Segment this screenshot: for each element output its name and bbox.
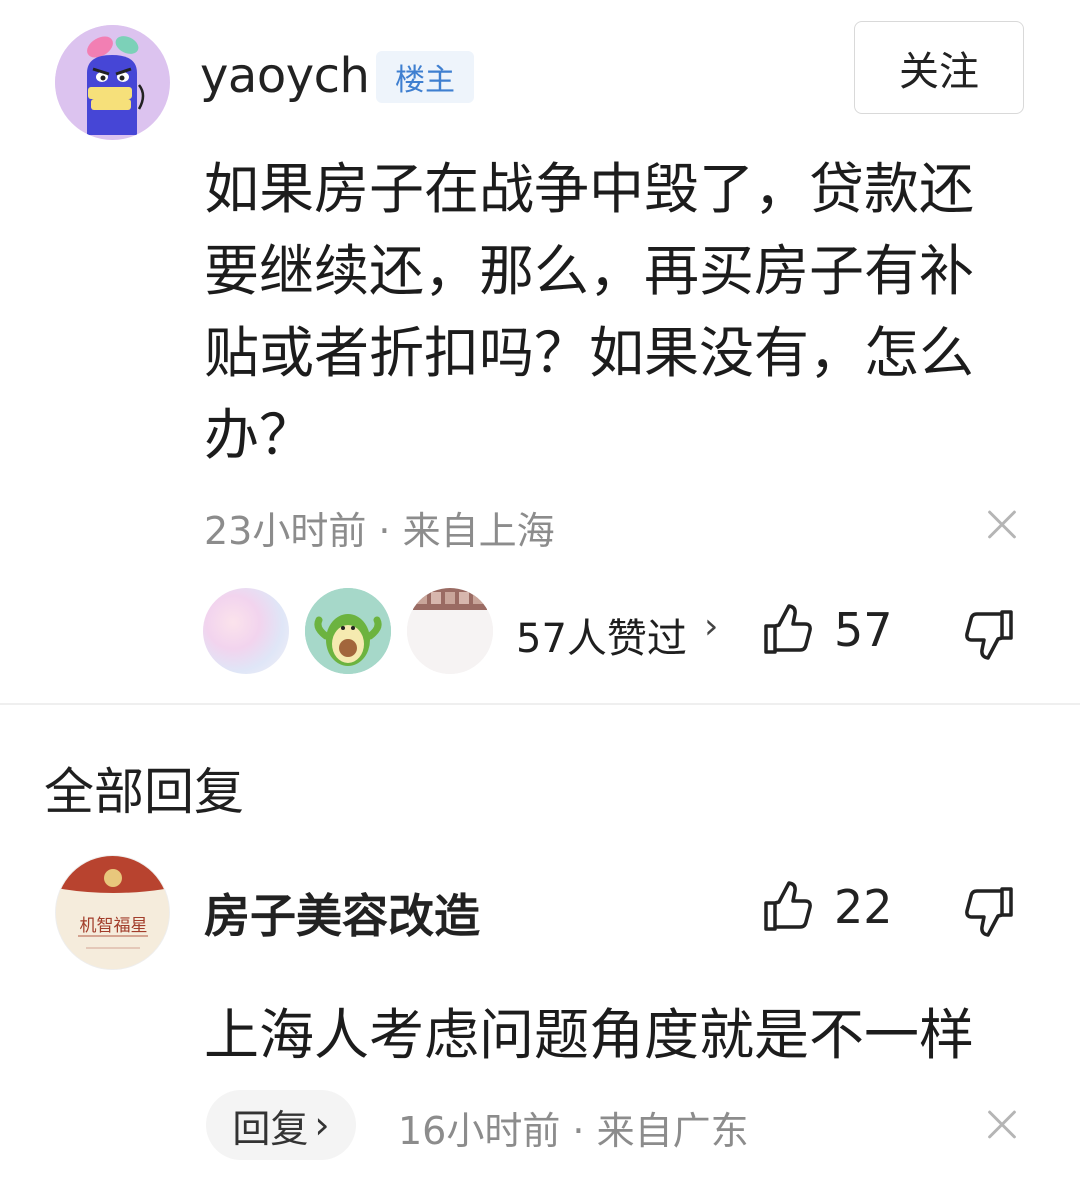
thumbs-up-icon[interactable] bbox=[762, 604, 814, 656]
op-badge: 楼主 bbox=[376, 51, 474, 103]
replies-section-title: 全部回复 bbox=[44, 763, 244, 821]
reply-avatar-text: 机智福星 bbox=[79, 916, 148, 936]
close-icon[interactable] bbox=[985, 508, 1019, 542]
likers-count-link[interactable]: 57人赞过 bbox=[516, 606, 687, 664]
thumbs-down-icon[interactable] bbox=[963, 608, 1015, 660]
post-text: 如果房子在战争中毁了，贷款还要继续还，那么，再买房子有补贴或者折扣吗？如果没有，… bbox=[204, 157, 975, 467]
section-divider bbox=[0, 703, 1080, 705]
chevron-right-icon: › bbox=[314, 1103, 330, 1147]
author-avatar[interactable] bbox=[55, 25, 170, 140]
reply-text: 上海人考虑问题角度就是不一样 bbox=[204, 1003, 975, 1067]
chevron-right-icon: › bbox=[704, 606, 719, 647]
liker-avatar[interactable] bbox=[305, 588, 391, 674]
like-count: 57 bbox=[834, 603, 893, 657]
reply-button-label: 回复 bbox=[232, 1106, 309, 1151]
reply-meta: 16小时前 · 来自广东 bbox=[398, 1109, 749, 1153]
thumbs-down-icon[interactable] bbox=[963, 885, 1015, 937]
close-icon[interactable] bbox=[985, 1108, 1019, 1142]
follow-button[interactable]: 关注 bbox=[854, 21, 1024, 114]
author-name[interactable]: yaoych bbox=[200, 48, 370, 104]
thumbs-up-icon[interactable] bbox=[762, 881, 814, 933]
reply-like-count: 22 bbox=[834, 880, 893, 934]
liker-avatar[interactable] bbox=[203, 588, 289, 674]
reply-button[interactable]: 回复 › bbox=[206, 1090, 356, 1160]
liker-avatar[interactable] bbox=[407, 588, 493, 674]
reply-author-avatar[interactable]: 机智福星 bbox=[55, 855, 170, 970]
reply-author-name[interactable]: 房子美容改造 bbox=[204, 880, 480, 946]
post-meta: 23小时前 · 来自上海 bbox=[204, 509, 555, 553]
